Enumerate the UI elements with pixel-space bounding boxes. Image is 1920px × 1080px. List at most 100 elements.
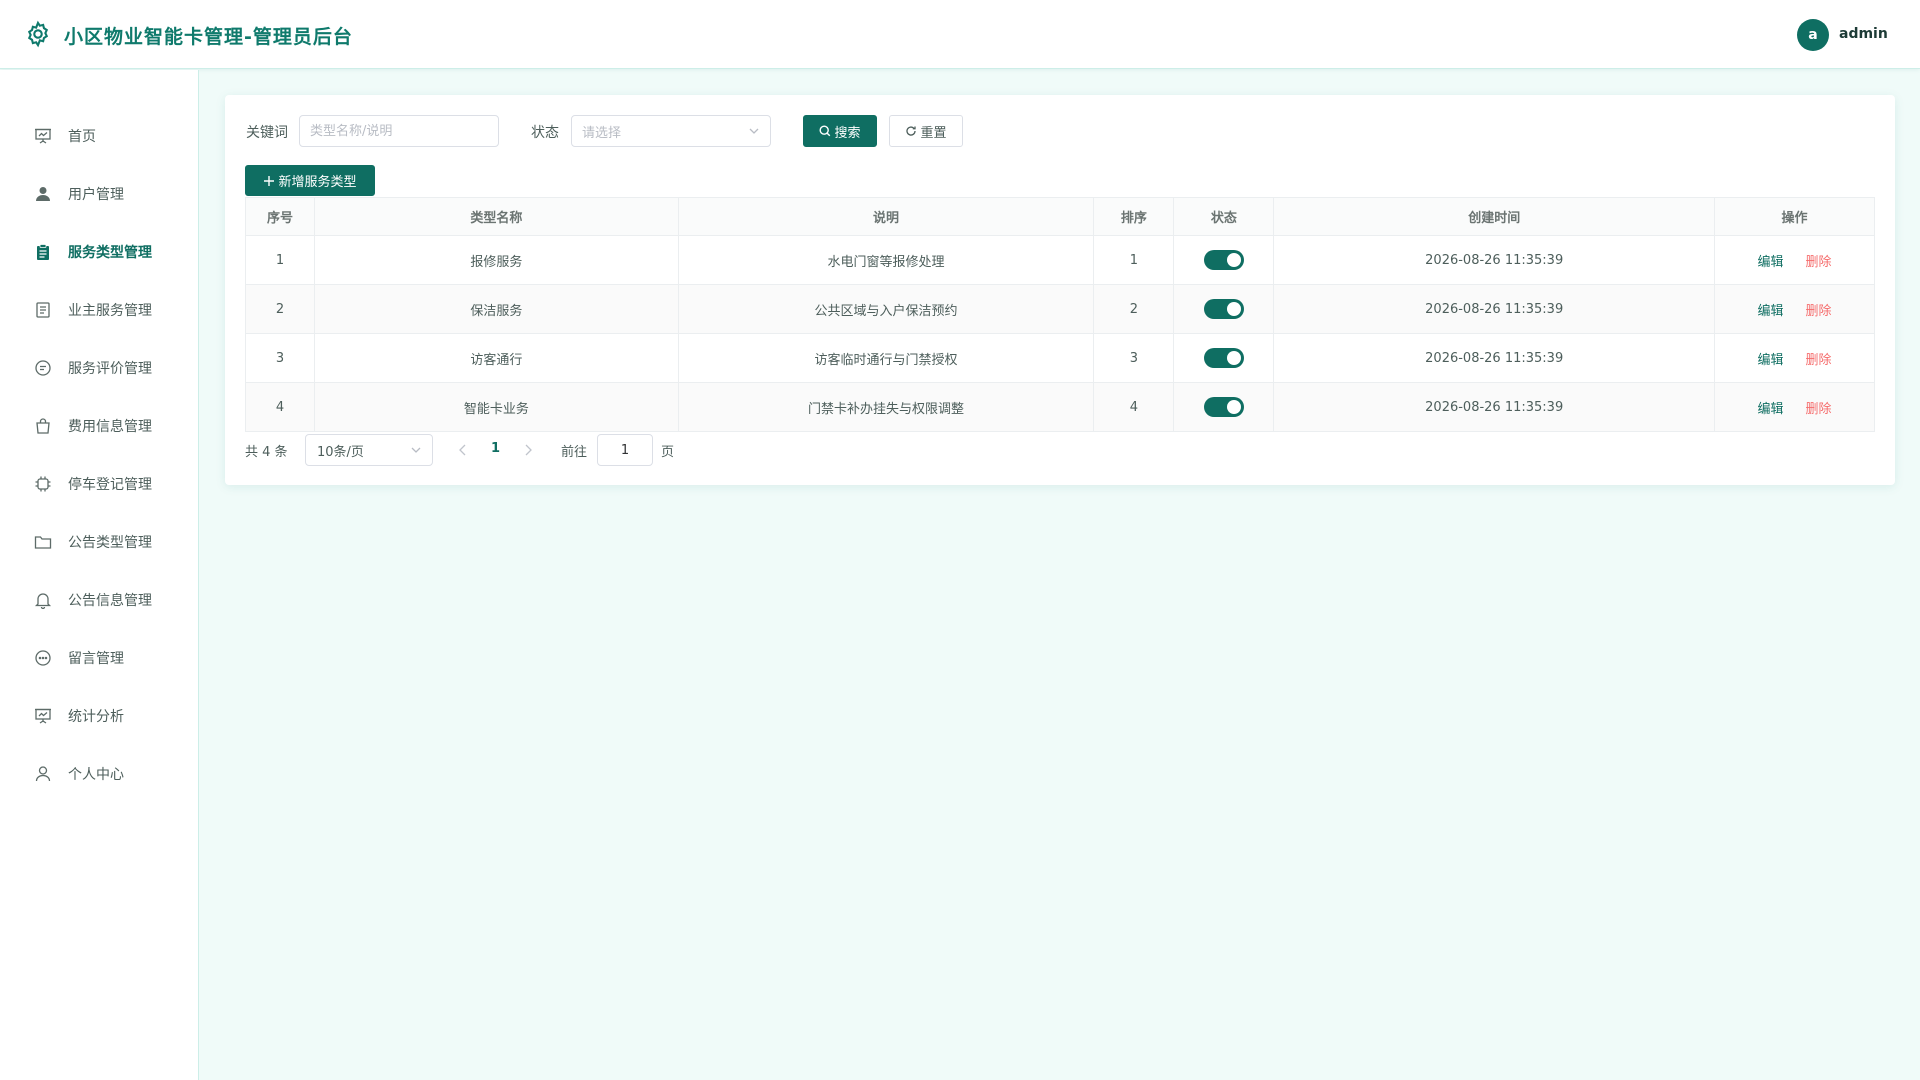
keyword-label: 关键词 [246, 125, 288, 141]
row-status-cell [1173, 382, 1275, 432]
service-type-table: 序号 类型名称 说明 排序 状态 创建时间 操作 1 报修服务 水电门窗等报修处… [245, 197, 1875, 432]
content-card: 关键词 状态 请选择 搜索 重置 新增服务类型 序号 类型名称 说明 排序 状态… [225, 95, 1895, 485]
document-list-icon [36, 302, 50, 318]
sidebar-item-label: 服务评价管理 [68, 361, 152, 377]
row-status-cell [1173, 333, 1275, 383]
column-header: 序号 [245, 197, 315, 236]
top-header: 小区物业智能卡管理-管理员后台 a admin [0, 0, 1920, 69]
table-header-row: 序号 类型名称 说明 排序 状态 创建时间 操作 [245, 197, 1875, 236]
chat-dots-icon [35, 650, 51, 666]
add-button-label: 新增服务类型 [278, 175, 357, 190]
table-row: 3 访客通行 访客临时通行与门禁授权 3 2026-08-26 11:35:39… [245, 333, 1875, 383]
row-sort: 1 [1093, 235, 1175, 285]
row-actions: 编辑 删除 [1714, 333, 1875, 383]
status-select[interactable]: 请选择 [571, 115, 771, 147]
shopping-bag-icon [36, 418, 50, 434]
row-sort: 4 [1093, 382, 1175, 432]
row-sort: 2 [1093, 284, 1175, 334]
delete-link[interactable]: 删除 [1806, 402, 1832, 417]
edit-link[interactable]: 编辑 [1758, 255, 1784, 270]
status-toggle[interactable] [1203, 299, 1244, 319]
column-header: 说明 [677, 197, 1095, 236]
status-toggle[interactable] [1203, 348, 1244, 368]
status-toggle[interactable] [1203, 397, 1244, 417]
row-actions: 编辑 删除 [1714, 235, 1875, 285]
chevron-down-icon [749, 128, 759, 134]
sidebar-item-users[interactable]: 用户管理 [0, 174, 199, 214]
status-toggle[interactable] [1203, 250, 1244, 270]
row-type-name: 保洁服务 [313, 284, 679, 334]
row-created-time: 2026-08-26 11:35:39 [1273, 333, 1716, 383]
chevron-right-icon[interactable] [522, 443, 534, 457]
row-created-time: 2026-08-26 11:35:39 [1273, 284, 1716, 334]
goto-page-input[interactable] [597, 434, 653, 466]
pagination-total: 共 4 条 [245, 445, 288, 460]
sidebar-item-profile[interactable]: 个人中心 [0, 754, 199, 794]
page-size-value: 10条/页 [317, 444, 364, 460]
avatar[interactable]: a [1797, 19, 1829, 51]
reset-button-label: 重置 [920, 125, 947, 141]
sidebar-item-service-reviews[interactable]: 服务评价管理 [0, 348, 199, 388]
search-button-label: 搜索 [834, 125, 861, 141]
sidebar-item-label: 统计分析 [68, 709, 124, 725]
sidebar-item-label: 费用信息管理 [68, 419, 152, 435]
goto-label: 前往 [561, 445, 588, 460]
row-type-name: 报修服务 [313, 235, 679, 285]
sidebar-item-owner-services[interactable]: 业主服务管理 [0, 290, 199, 330]
row-sort: 3 [1093, 333, 1175, 383]
row-type-name: 智能卡业务 [313, 382, 679, 432]
column-header: 类型名称 [313, 197, 679, 236]
user-icon [36, 187, 50, 201]
row-actions: 编辑 删除 [1714, 382, 1875, 432]
sidebar-item-label: 留言管理 [68, 651, 124, 667]
reset-button[interactable]: 重置 [889, 115, 963, 147]
delete-link[interactable]: 删除 [1806, 304, 1832, 319]
edit-link[interactable]: 编辑 [1758, 353, 1784, 368]
edit-link[interactable]: 编辑 [1758, 304, 1784, 319]
keyword-input[interactable] [299, 115, 499, 147]
page-size-select[interactable]: 10条/页 [305, 434, 433, 466]
column-header: 状态 [1173, 197, 1275, 236]
edit-link[interactable]: 编辑 [1758, 402, 1784, 417]
table-row: 4 智能卡业务 门禁卡补办挂失与权限调整 4 2026-08-26 11:35:… [245, 382, 1875, 432]
row-created-time: 2026-08-26 11:35:39 [1273, 382, 1716, 432]
row-status-cell [1173, 235, 1275, 285]
sidebar-item-home[interactable]: 首页 [0, 116, 199, 156]
sidebar-item-messages[interactable]: 留言管理 [0, 638, 199, 678]
page-number-current[interactable]: 1 [491, 441, 500, 456]
sidebar-item-label: 公告信息管理 [68, 593, 152, 609]
user-outline-icon [35, 766, 51, 782]
chevron-down-icon [411, 447, 421, 453]
sidebar-item-label: 停车登记管理 [68, 477, 152, 493]
app-title: 小区物业智能卡管理-管理员后台 [64, 26, 353, 48]
sidebar-item-service-types[interactable]: 服务类型管理 [0, 232, 199, 272]
sidebar-item-statistics[interactable]: 统计分析 [0, 696, 199, 736]
bell-icon [34, 593, 52, 609]
clipboard-icon [37, 244, 49, 260]
delete-link[interactable]: 删除 [1806, 353, 1832, 368]
sidebar-item-label: 服务类型管理 [68, 245, 152, 261]
column-header: 创建时间 [1273, 197, 1716, 236]
pagination: 共 4 条 10条/页 1 前往 页 [225, 434, 1895, 466]
username[interactable]: admin [1839, 26, 1888, 42]
sidebar-item-label: 首页 [68, 129, 96, 145]
sidebar-item-notice-types[interactable]: 公告类型管理 [0, 522, 199, 562]
folder-icon [34, 536, 52, 549]
search-button[interactable]: 搜索 [803, 115, 877, 147]
toggle-knob [1226, 253, 1241, 267]
sidebar-item-label: 业主服务管理 [68, 303, 152, 319]
add-service-type-button[interactable]: 新增服务类型 [245, 165, 375, 196]
chevron-left-icon[interactable] [457, 443, 469, 457]
delete-link[interactable]: 删除 [1806, 255, 1832, 270]
gear-icon [27, 20, 49, 48]
toggle-knob [1226, 400, 1241, 414]
search-icon [819, 125, 831, 137]
sidebar-item-notices[interactable]: 公告信息管理 [0, 580, 199, 620]
sidebar-item-fees[interactable]: 费用信息管理 [0, 406, 199, 446]
table-row: 2 保洁服务 公共区域与入户保洁预约 2 2026-08-26 11:35:39… [245, 284, 1875, 334]
row-index: 1 [245, 235, 315, 285]
row-actions: 编辑 删除 [1714, 284, 1875, 334]
row-status-cell [1173, 284, 1275, 334]
row-description: 水电门窗等报修处理 [677, 235, 1095, 285]
sidebar-item-parking[interactable]: 停车登记管理 [0, 464, 199, 504]
